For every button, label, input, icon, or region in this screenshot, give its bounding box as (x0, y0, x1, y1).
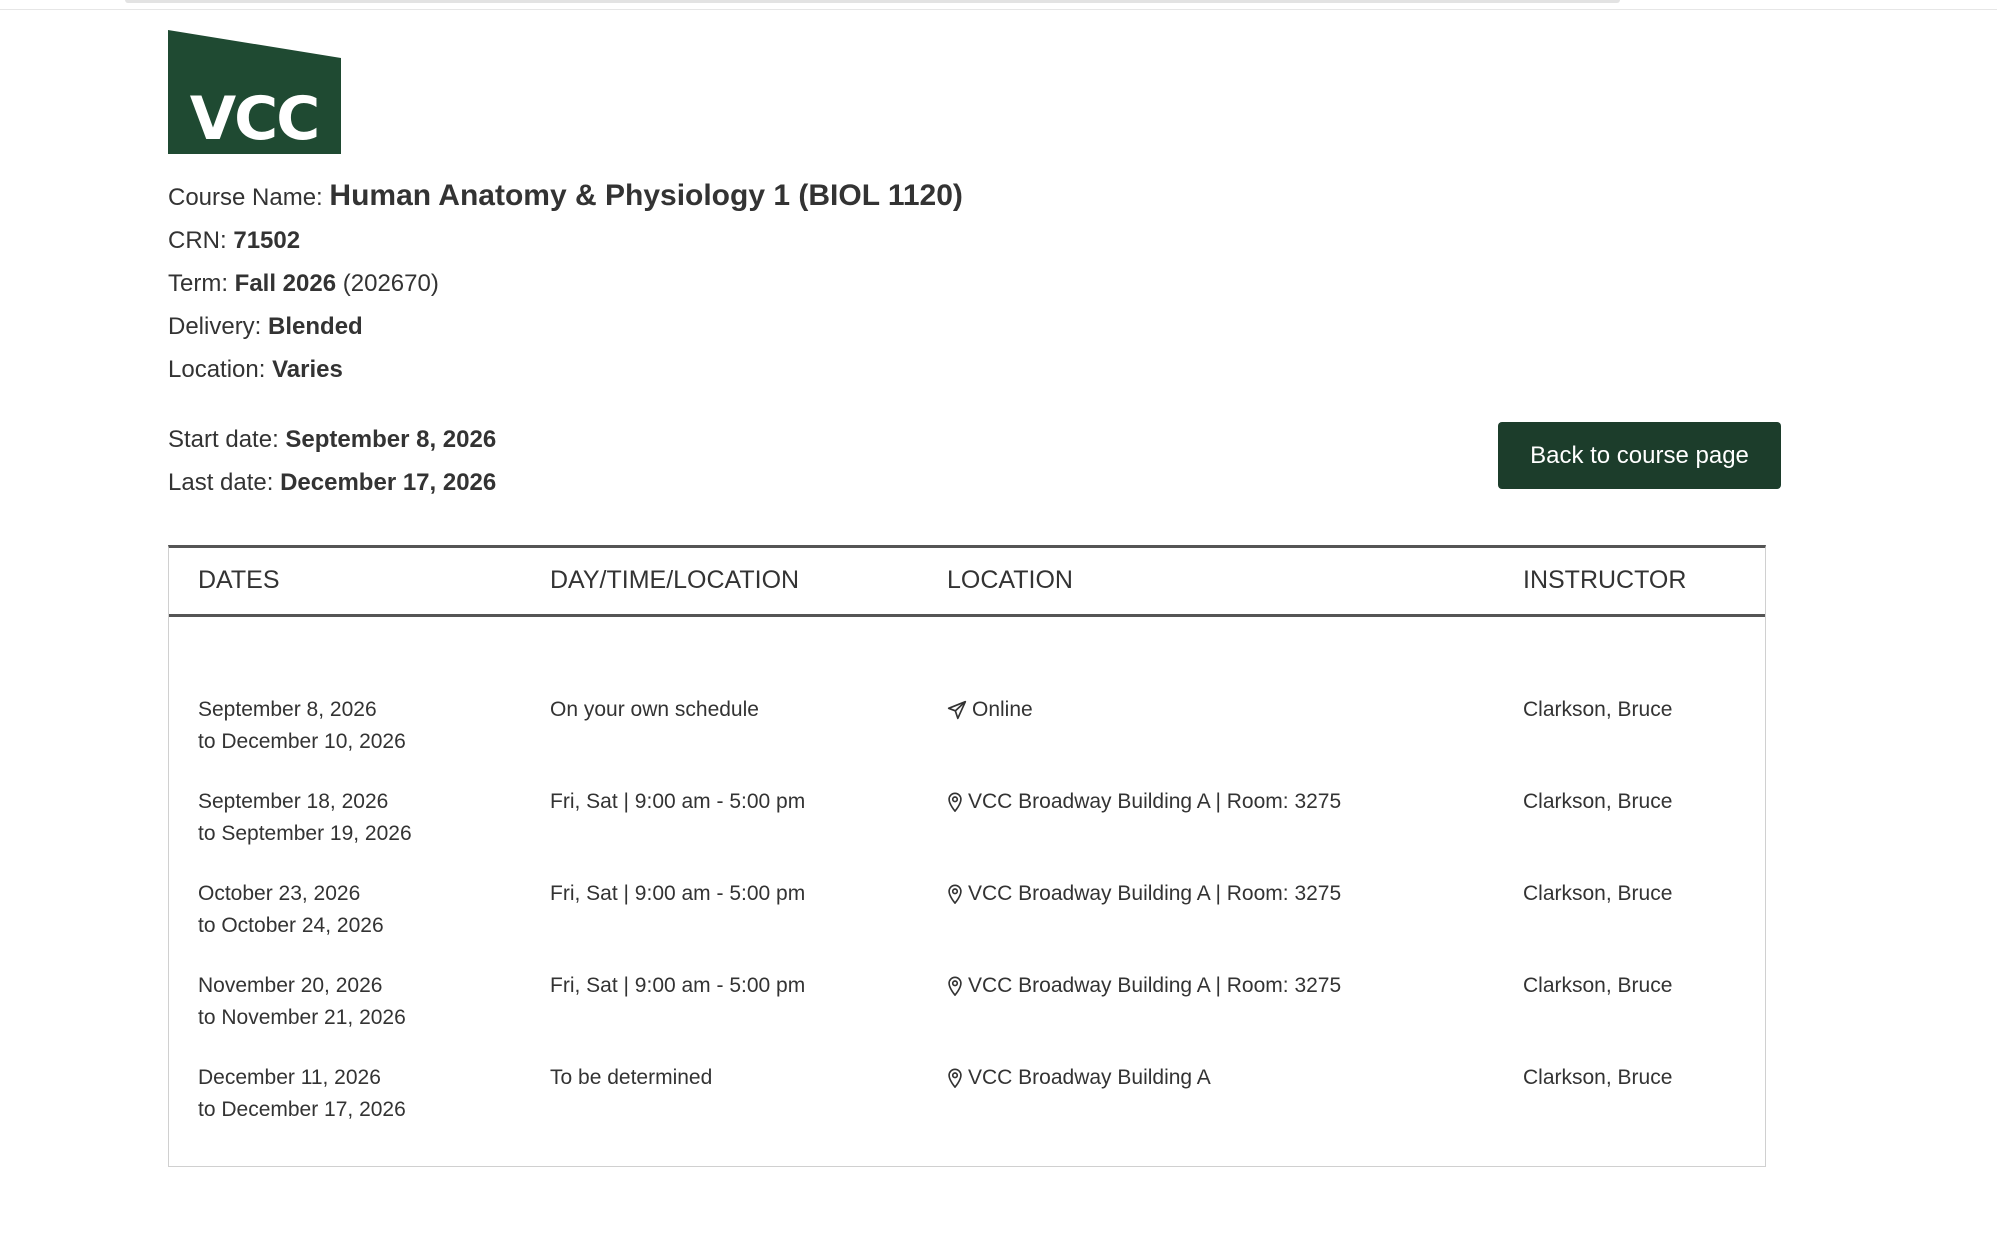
table-row: September 18, 2026 to September 19, 2026… (169, 786, 1765, 878)
date-from: September 18, 2026 (198, 790, 389, 813)
date-to: to November 21, 2026 (198, 1006, 406, 1029)
table-body: September 8, 2026 to December 10, 2026 O… (169, 617, 1765, 1166)
row-day-time: Fri, Sat | 9:00 am - 5:00 pm (550, 974, 806, 997)
map-pin-icon (948, 976, 962, 996)
last-date-label: Last date: (168, 469, 274, 496)
term-label: Term: (168, 270, 228, 297)
browser-top-bar (0, 0, 1997, 10)
row-dates: November 20, 2026 to November 21, 2026 (198, 970, 406, 1034)
crn-value: 71502 (233, 227, 301, 254)
row-instructor: Clarkson, Bruce (1523, 1066, 1673, 1089)
location-text: VCC Broadway Building A (968, 1066, 1211, 1089)
start-date-value: September 8, 2026 (285, 426, 497, 453)
row-day-time: Fri, Sat | 9:00 am - 5:00 pm (550, 790, 806, 813)
row-instructor: Clarkson, Bruce (1523, 698, 1673, 721)
row-day-time: Fri, Sat | 9:00 am - 5:00 pm (550, 882, 806, 905)
row-location: VCC Broadway Building A | Room: 3275 (947, 786, 1341, 818)
course-schedule-page: VCC Course Name: Human Anatomy & Physiol… (168, 30, 1788, 1167)
row-instructor: Clarkson, Bruce (1523, 790, 1673, 813)
location-text: VCC Broadway Building A | Room: 3275 (968, 790, 1342, 813)
row-dates: September 18, 2026 to September 19, 2026 (198, 786, 412, 850)
header-location: LOCATION (947, 566, 1073, 594)
date-from: December 11, 2026 (198, 1066, 381, 1089)
back-to-course-button[interactable]: Back to course page (1498, 422, 1781, 489)
top-bar-shade (125, 0, 1620, 3)
row-location: VCC Broadway Building A | Room: 3275 (947, 970, 1341, 1002)
vcc-logo: VCC (168, 30, 341, 154)
location-value: Varies (272, 356, 343, 383)
course-name: Human Anatomy & Physiology 1 (BIOL 1120) (329, 179, 963, 212)
date-to: to December 17, 2026 (198, 1098, 406, 1121)
header-dates: DATES (198, 566, 280, 594)
location-text: VCC Broadway Building A | Room: 3275 (968, 882, 1342, 905)
location-text: VCC Broadway Building A | Room: 3275 (968, 974, 1342, 997)
header-day-time-location: DAY/TIME/LOCATION (550, 566, 800, 594)
crn-label: CRN: (168, 227, 227, 254)
date-from: September 8, 2026 (198, 698, 377, 721)
row-instructor: Clarkson, Bruce (1523, 974, 1673, 997)
date-to: to September 19, 2026 (198, 822, 412, 845)
delivery-label: Delivery: (168, 313, 262, 340)
table-row: October 23, 2026 to October 24, 2026 Fri… (169, 878, 1765, 970)
row-day-time: On your own schedule (550, 698, 759, 721)
paper-plane-icon (947, 700, 967, 720)
delivery-row: Delivery: Blended (168, 305, 1788, 348)
term-row: Term: Fall 2026 (202670) (168, 262, 1788, 305)
course-info: Course Name: Human Anatomy & Physiology … (168, 174, 1788, 391)
row-location: Online (947, 694, 1033, 726)
vcc-logo-text: VCC (190, 84, 319, 154)
table-row: November 20, 2026 to November 21, 2026 F… (169, 970, 1765, 1062)
location-text: Online (972, 698, 1033, 721)
table-header: DATES DAY/TIME/LOCATION LOCATION INSTRUC… (169, 548, 1765, 617)
map-pin-icon (948, 1068, 962, 1088)
start-date-label: Start date: (168, 426, 279, 453)
course-name-label: Course Name: (168, 184, 323, 211)
date-from: November 20, 2026 (198, 974, 383, 997)
course-name-row: Course Name: Human Anatomy & Physiology … (168, 174, 1788, 219)
header-instructor: INSTRUCTOR (1523, 566, 1687, 594)
row-instructor: Clarkson, Bruce (1523, 882, 1673, 905)
map-pin-icon (948, 884, 962, 904)
map-pin-icon (948, 792, 962, 812)
crn-row: CRN: 71502 (168, 219, 1788, 262)
term-value: Fall 2026 (234, 270, 337, 297)
row-day-time: To be determined (550, 1066, 713, 1089)
row-location: VCC Broadway Building A | Room: 3275 (947, 878, 1341, 910)
table-row: December 11, 2026 to December 17, 2026 T… (169, 1062, 1765, 1154)
schedule-table: DATES DAY/TIME/LOCATION LOCATION INSTRUC… (168, 545, 1766, 1167)
course-dates: Start date: September 8, 2026 Last date:… (168, 418, 1788, 508)
row-dates: October 23, 2026 to October 24, 2026 (198, 878, 384, 942)
location-row: Location: Varies (168, 348, 1788, 391)
date-from: October 23, 2026 (198, 882, 361, 905)
row-dates: September 8, 2026 to December 10, 2026 (198, 694, 406, 758)
location-label: Location: (168, 356, 266, 383)
date-to: to December 10, 2026 (198, 730, 406, 753)
row-location: VCC Broadway Building A (947, 1062, 1211, 1094)
delivery-value: Blended (268, 313, 363, 340)
date-to: to October 24, 2026 (198, 914, 384, 937)
table-row: September 8, 2026 to December 10, 2026 O… (169, 694, 1765, 786)
last-date-value: December 17, 2026 (280, 469, 497, 496)
term-code: (202670) (342, 270, 439, 297)
row-dates: December 11, 2026 to December 17, 2026 (198, 1062, 406, 1126)
